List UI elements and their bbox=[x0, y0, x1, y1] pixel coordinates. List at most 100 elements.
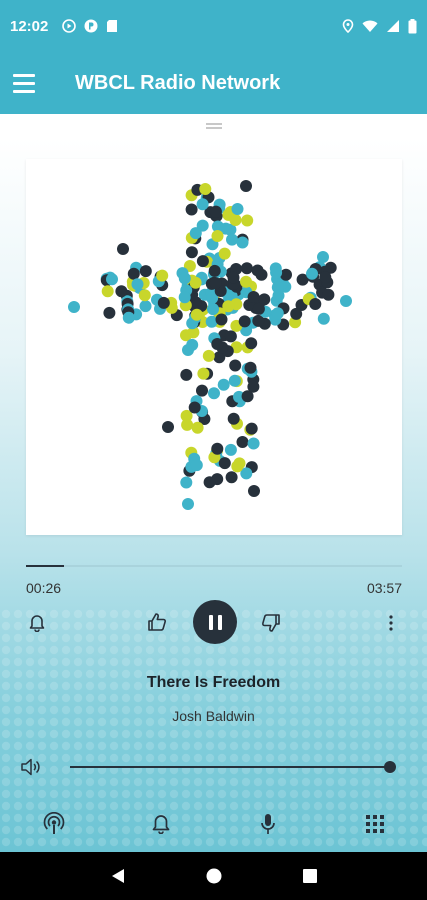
background-dot bbox=[61, 633, 71, 643]
drag-handle-icon[interactable] bbox=[205, 123, 222, 129]
background-dot bbox=[301, 633, 311, 643]
background-dot bbox=[85, 741, 95, 751]
background-dot bbox=[97, 657, 107, 667]
background-dot bbox=[337, 645, 347, 655]
artwork-dot bbox=[280, 268, 292, 281]
background-dot bbox=[145, 741, 155, 751]
artwork-dot bbox=[101, 285, 114, 298]
artwork-dot bbox=[131, 278, 144, 291]
background-dot bbox=[409, 825, 419, 835]
artwork-dot bbox=[211, 442, 224, 455]
background-dot bbox=[337, 729, 347, 739]
hamburger-menu-icon[interactable] bbox=[13, 74, 35, 93]
drag-strip[interactable] bbox=[0, 114, 427, 138]
background-dot bbox=[133, 693, 143, 703]
background-dot bbox=[337, 693, 347, 703]
tab-microphone[interactable] bbox=[256, 812, 280, 836]
background-dot bbox=[133, 825, 143, 835]
background-dot bbox=[397, 813, 407, 823]
thumbs-down-button[interactable] bbox=[260, 612, 282, 634]
background-dot bbox=[421, 729, 427, 739]
alarm-button[interactable] bbox=[27, 612, 47, 634]
background-dot bbox=[421, 609, 427, 619]
background-dot bbox=[313, 645, 323, 655]
wifi-icon bbox=[362, 20, 378, 32]
background-dot bbox=[97, 633, 107, 643]
background-dot bbox=[49, 801, 59, 811]
background-dot bbox=[73, 741, 83, 751]
background-dot bbox=[37, 777, 47, 787]
artwork-dot bbox=[196, 384, 208, 397]
background-dot bbox=[109, 801, 119, 811]
background-dot bbox=[217, 693, 227, 703]
background-dot bbox=[277, 777, 287, 787]
background-dot bbox=[349, 813, 359, 823]
background-dot bbox=[49, 657, 59, 667]
background-dot bbox=[97, 729, 107, 739]
tab-more[interactable] bbox=[363, 812, 387, 836]
background-dot bbox=[397, 633, 407, 643]
background-dot bbox=[289, 693, 299, 703]
background-dot bbox=[169, 609, 179, 619]
background-dot bbox=[169, 693, 179, 703]
background-dot bbox=[337, 813, 347, 823]
background-dot bbox=[37, 729, 47, 739]
background-dot bbox=[325, 729, 335, 739]
volume-slider[interactable] bbox=[70, 766, 390, 768]
background-dot bbox=[385, 741, 395, 751]
background-dot bbox=[409, 765, 419, 775]
back-icon[interactable] bbox=[109, 867, 127, 885]
background-dot bbox=[229, 777, 239, 787]
elapsed-time: 00:26 bbox=[26, 580, 62, 596]
background-dot bbox=[265, 789, 275, 799]
background-dot bbox=[253, 729, 263, 739]
background-dot bbox=[1, 729, 11, 739]
artwork-dot bbox=[139, 265, 152, 278]
background-dot bbox=[97, 789, 107, 799]
volume-button[interactable] bbox=[20, 756, 44, 778]
status-icons-right bbox=[342, 18, 417, 34]
background-dot bbox=[49, 777, 59, 787]
background-dot bbox=[229, 753, 239, 763]
recents-icon[interactable] bbox=[302, 868, 318, 884]
background-dot bbox=[361, 753, 371, 763]
background-dot bbox=[253, 645, 263, 655]
progress-bar[interactable] bbox=[26, 565, 402, 567]
background-dot bbox=[385, 801, 395, 811]
background-dot bbox=[145, 837, 155, 847]
pause-button[interactable] bbox=[193, 600, 237, 644]
background-dot bbox=[181, 633, 191, 643]
artwork-dot bbox=[185, 246, 198, 259]
background-dot bbox=[73, 789, 83, 799]
thumbs-up-button[interactable] bbox=[146, 611, 168, 633]
background-dot bbox=[157, 741, 167, 751]
background-dot bbox=[301, 645, 311, 655]
background-dot bbox=[337, 633, 347, 643]
artwork-dot bbox=[189, 276, 202, 289]
artwork-dot bbox=[196, 255, 209, 268]
more-options-button[interactable] bbox=[384, 612, 398, 634]
artwork-dot bbox=[162, 421, 174, 433]
background-dot bbox=[289, 657, 299, 667]
background-dot bbox=[13, 621, 23, 631]
background-dot bbox=[325, 657, 335, 667]
artwork-dot bbox=[103, 306, 116, 319]
background-dot bbox=[97, 837, 107, 847]
tab-notifications[interactable] bbox=[149, 812, 173, 836]
background-dot bbox=[73, 777, 83, 787]
background-dot bbox=[13, 645, 23, 655]
background-dot bbox=[373, 837, 383, 847]
background-dot bbox=[85, 729, 95, 739]
home-icon[interactable] bbox=[205, 867, 223, 885]
background-dot bbox=[265, 837, 275, 847]
background-dot bbox=[49, 693, 59, 703]
volume-slider-thumb[interactable] bbox=[384, 761, 396, 773]
background-dot bbox=[313, 693, 323, 703]
background-dot bbox=[409, 741, 419, 751]
background-dot bbox=[253, 801, 263, 811]
tab-podcasts[interactable] bbox=[41, 811, 67, 837]
background-dot bbox=[217, 729, 227, 739]
background-dot bbox=[421, 789, 427, 799]
background-dot bbox=[277, 741, 287, 751]
background-dot bbox=[241, 837, 251, 847]
